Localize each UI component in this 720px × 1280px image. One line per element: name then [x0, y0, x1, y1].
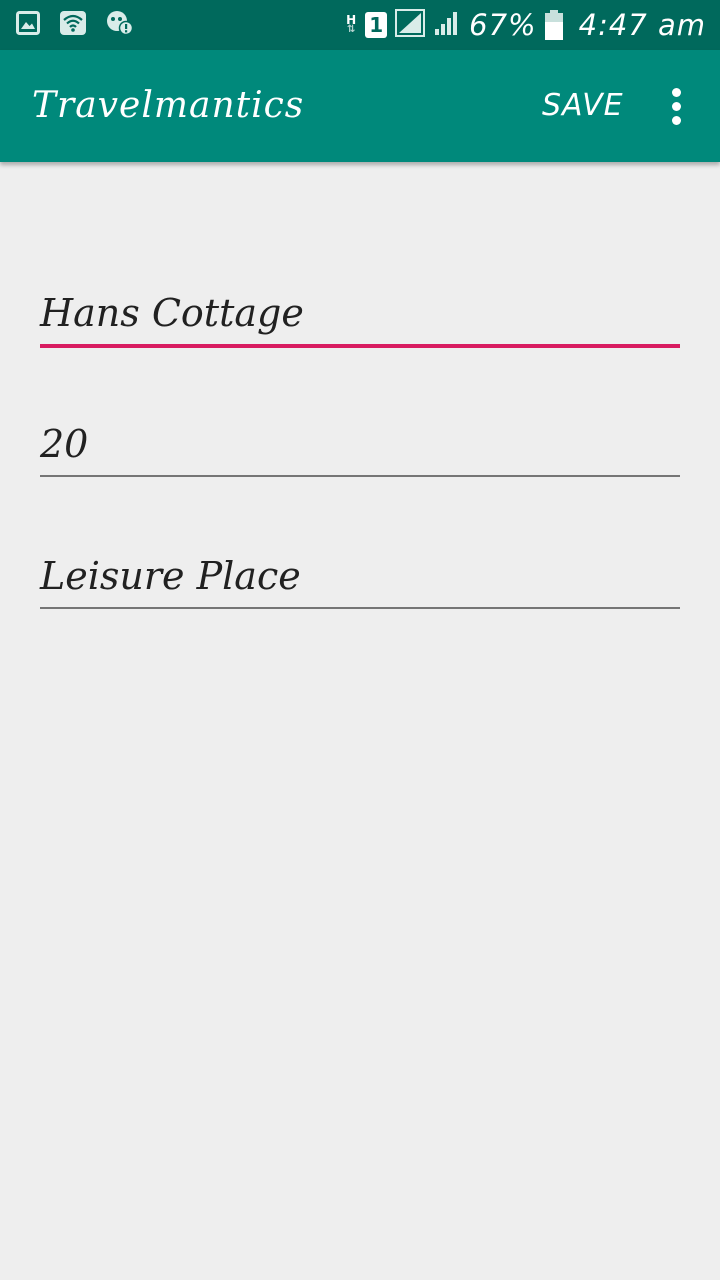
price-field-underline — [40, 475, 680, 477]
more-vert-icon[interactable] — [650, 78, 702, 134]
signal-icon — [433, 9, 461, 41]
save-button[interactable]: SAVE — [528, 78, 638, 134]
data-saver-icon — [106, 10, 134, 40]
signal-icon — [395, 9, 426, 41]
sim-icon: 1 — [365, 12, 388, 38]
description-field[interactable]: Leisure Place — [40, 539, 680, 609]
wifi-icon — [60, 11, 86, 39]
description-field-underline — [40, 607, 680, 609]
battery-icon — [544, 10, 563, 40]
notification-icons — [16, 10, 154, 40]
status-bar: H ⇅ 1 67% 4:47 am — [0, 0, 720, 50]
title-field-underline — [40, 344, 680, 348]
system-icons: H ⇅ 1 67% 4:47 am — [337, 8, 706, 42]
battery-percent: 67% — [469, 8, 537, 42]
title-field[interactable]: Hans Cottage — [40, 276, 680, 348]
title-field-value: Hans Cottage — [40, 291, 304, 335]
gallery-icon — [16, 11, 40, 39]
clock: 4:47 am — [578, 8, 706, 42]
app-title: Travelmantics — [32, 85, 305, 126]
price-field[interactable]: 20 — [40, 407, 680, 477]
description-field-value: Leisure Place — [40, 554, 301, 598]
hplus-icon: H ⇅ — [346, 13, 357, 35]
price-field-value: 20 — [40, 422, 89, 466]
app-bar: Travelmantics SAVE — [0, 50, 720, 162]
